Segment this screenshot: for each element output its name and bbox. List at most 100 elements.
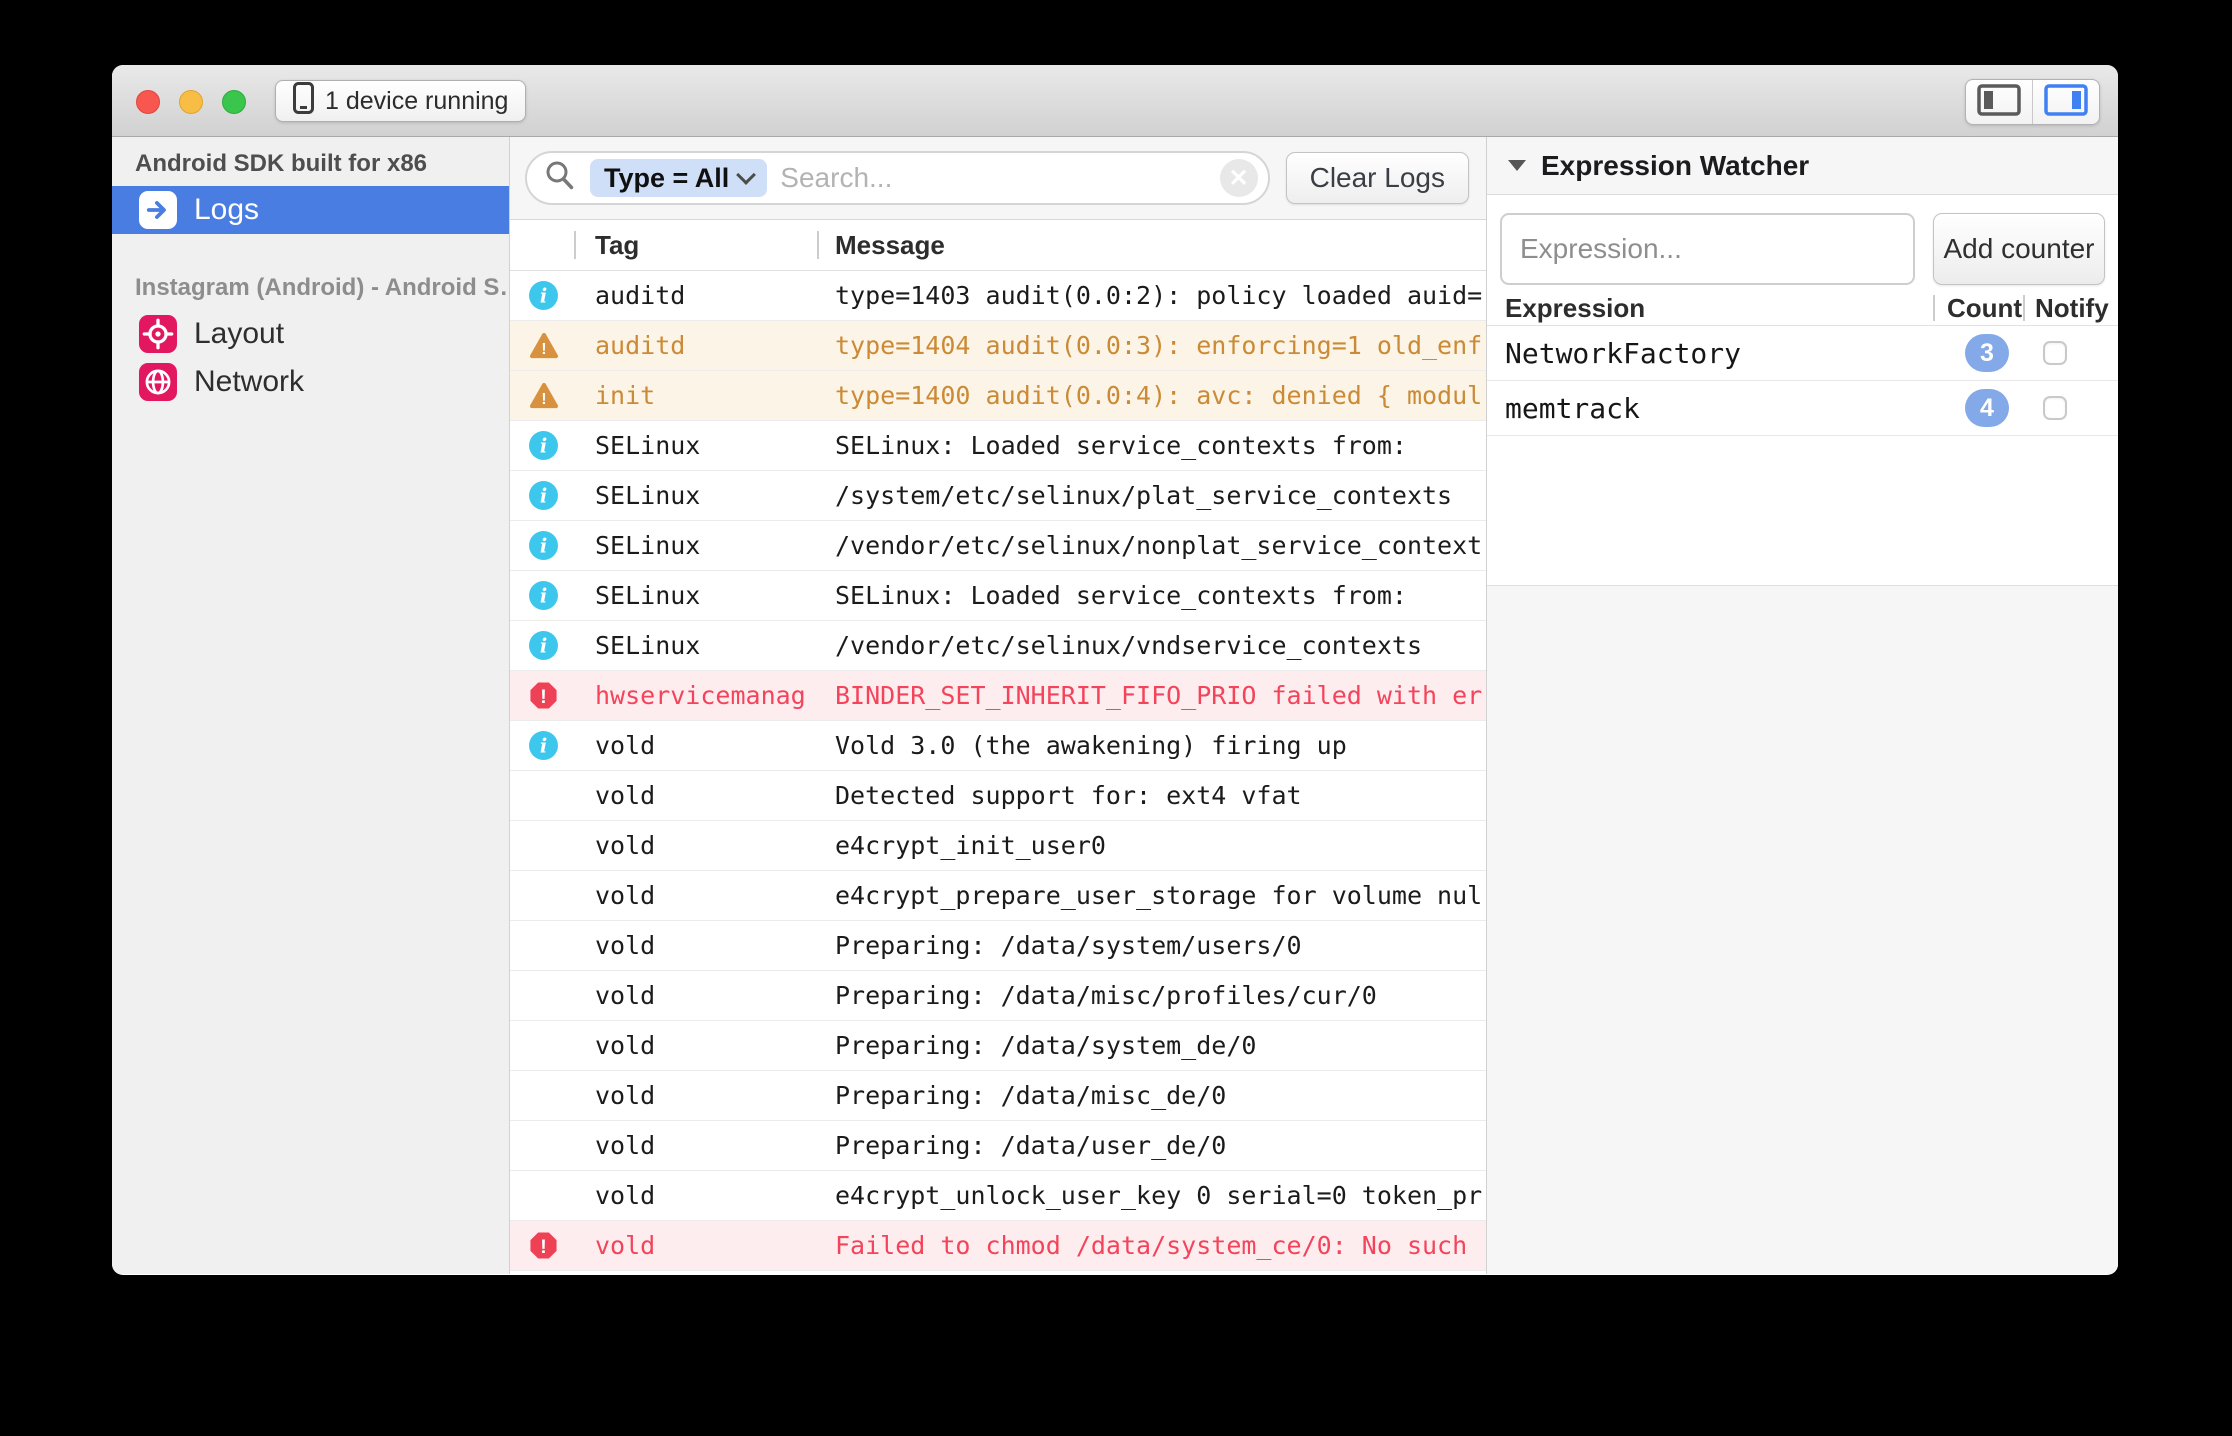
log-message: type=1400 audit(0.0:4): avc: denied { mo… bbox=[835, 381, 1483, 410]
log-message: /vendor/etc/selinux/nonplat_service_cont… bbox=[835, 531, 1483, 560]
sidebar-item-layout[interactable]: Layout bbox=[112, 310, 509, 358]
sidebar-item-network[interactable]: Network bbox=[112, 358, 509, 406]
log-row[interactable]: vold Preparing: /data/system_de/0 bbox=[510, 1021, 1486, 1071]
log-tag: SELinux bbox=[595, 481, 701, 510]
log-row[interactable]: ! vold Failed to chmod /data/system_ce/0: … bbox=[510, 1221, 1486, 1271]
panel-toggles bbox=[1965, 79, 2100, 125]
type-filter-dropdown[interactable]: Type = All bbox=[590, 159, 768, 197]
logs-toolbar: Type = All Search... ✕ Clear Logs bbox=[510, 137, 1486, 220]
log-row[interactable]: i SELinux/vendor/etc/selinux/vndservice_c… bbox=[510, 621, 1486, 671]
arrow-right-icon bbox=[139, 191, 177, 229]
zoom-button[interactable] bbox=[222, 90, 246, 114]
column-divider bbox=[1933, 295, 1935, 321]
log-row[interactable]: vold Preparing: /data/system/users/0 bbox=[510, 921, 1486, 971]
search-input[interactable]: Search... bbox=[780, 162, 1206, 194]
svg-text:!: ! bbox=[540, 687, 546, 708]
log-row[interactable]: i auditd type=1403 audit(0.0:2): policy lo… bbox=[510, 271, 1486, 321]
sidebar-item-logs[interactable]: Logs bbox=[112, 186, 509, 234]
watch-row[interactable]: memtrack 4 bbox=[1487, 381, 2118, 436]
log-tag: SELinux bbox=[595, 631, 701, 660]
toggle-right-sidebar-button[interactable] bbox=[2032, 80, 2099, 124]
log-row[interactable]: vold Preparing: /data/user_de/0 bbox=[510, 1121, 1486, 1171]
warning-icon: ! bbox=[510, 331, 595, 360]
clear-logs-button[interactable]: Clear Logs bbox=[1285, 152, 1469, 204]
close-button[interactable] bbox=[136, 90, 160, 114]
log-tag: vold bbox=[595, 1131, 656, 1160]
svg-text:i: i bbox=[540, 434, 547, 457]
info-icon: i bbox=[510, 481, 595, 510]
titlebar: 1 device running bbox=[112, 65, 2118, 137]
svg-text:i: i bbox=[540, 584, 547, 607]
error-icon: ! bbox=[510, 1231, 595, 1260]
devices-button[interactable]: 1 device running bbox=[275, 80, 527, 122]
type-filter-label: Type = All bbox=[604, 162, 730, 193]
info-icon: i bbox=[510, 631, 595, 660]
log-tag: vold bbox=[595, 881, 656, 910]
info-icon: i bbox=[510, 281, 595, 310]
log-message: Preparing: /data/user_de/0 bbox=[835, 1131, 1227, 1160]
log-row[interactable]: ! hwservicemanag BINDER_SET_INHERIT_FIFO_P… bbox=[510, 671, 1486, 721]
svg-text:!: ! bbox=[541, 391, 546, 408]
phone-icon bbox=[293, 81, 314, 121]
toggle-left-sidebar-button[interactable] bbox=[1966, 80, 2032, 124]
log-row[interactable]: i SELinux SELinux: Loaded service_contexts… bbox=[510, 571, 1486, 621]
disclosure-triangle-icon bbox=[1508, 160, 1526, 171]
log-row[interactable]: vold e4crypt_prepare_user_storage for vol… bbox=[510, 871, 1486, 921]
log-tag: vold bbox=[595, 931, 656, 960]
log-row[interactable]: i SELinux/vendor/etc/selinux/nonplat_serv… bbox=[510, 521, 1486, 571]
log-row[interactable]: i SELinux SELinux: Loaded service_contexts… bbox=[510, 421, 1486, 471]
log-row[interactable]: vold Preparing: /data/misc/profiles/cur/0 bbox=[510, 971, 1486, 1021]
expression-input[interactable]: Expression... bbox=[1500, 213, 1915, 285]
log-row[interactable]: vold e4crypt_init_user0 bbox=[510, 821, 1486, 871]
minimize-button[interactable] bbox=[179, 90, 203, 114]
search-bar[interactable]: Type = All Search... ✕ bbox=[525, 151, 1270, 205]
column-header-notify: Notify bbox=[2035, 293, 2109, 323]
clear-logs-label: Clear Logs bbox=[1309, 162, 1445, 193]
log-message: Vold 3.0 (the awakening) firing up bbox=[835, 731, 1347, 760]
log-message: Preparing: /data/system/users/0 bbox=[835, 931, 1302, 960]
log-rows: i auditd type=1403 audit(0.0:2): policy lo… bbox=[510, 271, 1486, 1274]
log-message: BINDER_SET_INHERIT_FIFO_PRIO failed with… bbox=[835, 681, 1483, 710]
log-tag: hwservicemanag bbox=[595, 681, 806, 710]
log-message: e4crypt_init_user0 bbox=[835, 831, 1106, 860]
svg-text:i: i bbox=[540, 284, 547, 307]
log-message: Preparing: /data/system_de/0 bbox=[835, 1031, 1257, 1060]
svg-text:i: i bbox=[540, 534, 547, 557]
log-message: Preparing: /data/misc/profiles/cur/0 bbox=[835, 981, 1377, 1010]
log-tag: SELinux bbox=[595, 531, 701, 560]
log-message: type=1403 audit(0.0:2): policy loaded au… bbox=[835, 281, 1483, 310]
expression-watcher-empty-area bbox=[1487, 586, 2118, 1274]
log-message: /system/etc/selinux/plat_service_context… bbox=[835, 481, 1453, 510]
log-row[interactable]: ! init type=1400 audit(0.0:4): avc: denied… bbox=[510, 371, 1486, 421]
logs-panel: Type = All Search... ✕ Clear Logs Tag Me… bbox=[510, 137, 1487, 1274]
log-message: Detected support for: ext4 vfat bbox=[835, 781, 1302, 810]
desktop: { "colors": { "accent_blue": "#4a7de1", … bbox=[0, 0, 2232, 1436]
log-row[interactable]: vold e4crypt_unlock_user_key 0 serial=0 t… bbox=[510, 1171, 1486, 1221]
log-tag: SELinux bbox=[595, 581, 701, 610]
log-message: type=1404 audit(0.0:3): enforcing=1 old_… bbox=[835, 331, 1483, 360]
info-icon: i bbox=[510, 731, 595, 760]
log-row[interactable]: vold Preparing: /data/misc_de/0 bbox=[510, 1071, 1486, 1121]
log-tag: init bbox=[595, 381, 656, 410]
notify-checkbox[interactable] bbox=[2043, 341, 2067, 365]
expression-form: Expression... Add counter bbox=[1487, 195, 2118, 285]
log-row[interactable]: i vold Vold 3.0 (the awakening) firing up bbox=[510, 721, 1486, 771]
svg-text:i: i bbox=[540, 734, 547, 757]
log-tag: auditd bbox=[595, 281, 686, 310]
log-row[interactable]: ! auditd type=1404 audit(0.0:3): enforcing… bbox=[510, 321, 1486, 371]
watch-rows: NetworkFactory 3 memtrack 4 bbox=[1487, 326, 2118, 436]
clear-search-icon[interactable]: ✕ bbox=[1219, 159, 1258, 197]
target-icon bbox=[139, 315, 177, 353]
expression-watcher-body: Expression... Add counter Expression Cou… bbox=[1487, 195, 2118, 585]
expression-watcher-header[interactable]: Expression Watcher bbox=[1487, 137, 2118, 195]
log-tag: auditd bbox=[595, 331, 686, 360]
sidebar-item-label: Logs bbox=[194, 193, 260, 226]
watch-row[interactable]: NetworkFactory 3 bbox=[1487, 326, 2118, 381]
count-badge: 4 bbox=[1965, 389, 2009, 427]
log-row[interactable]: vold Detected support for: ext4 vfat bbox=[510, 771, 1486, 821]
log-row[interactable]: i SELinux/system/etc/selinux/plat_service… bbox=[510, 471, 1486, 521]
notify-checkbox[interactable] bbox=[2043, 396, 2067, 420]
log-tag: vold bbox=[595, 981, 656, 1010]
log-message: e4crypt_unlock_user_key 0 serial=0 token… bbox=[835, 1181, 1483, 1210]
add-counter-button[interactable]: Add counter bbox=[1933, 213, 2105, 285]
